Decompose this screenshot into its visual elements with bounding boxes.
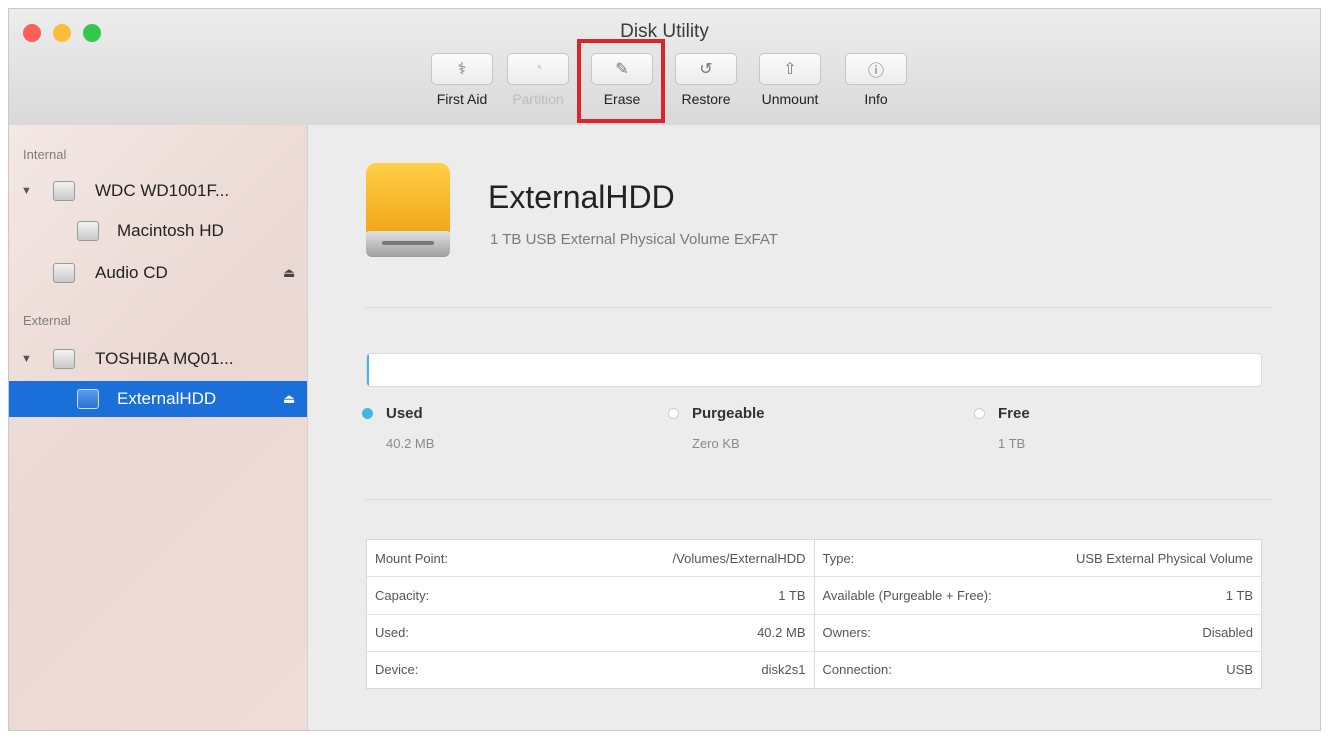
- usage-bar-used-fill: [367, 354, 370, 386]
- hard-drive-icon: [53, 181, 75, 201]
- disk-utility-window: Disk Utility ⚕ First Aid ◔ Partition ✎ E…: [8, 8, 1321, 731]
- info-label: Owners:: [822, 625, 871, 641]
- eject-icon[interactable]: ⏏: [283, 391, 295, 407]
- cd-icon: [53, 263, 75, 283]
- info-value: USB External Physical Volume: [1075, 550, 1253, 566]
- first-aid-button[interactable]: ⚕ First Aid: [429, 53, 495, 107]
- info-row-owners: Owners: Disabled: [814, 615, 1261, 652]
- unmount-label: Unmount: [761, 91, 819, 107]
- sidebar-item-label: Audio CD: [95, 263, 168, 282]
- usage-bar: [366, 353, 1262, 387]
- free-color-dot: [974, 408, 985, 419]
- info-row-mount-point: Mount Point: /Volumes/ExternalHDD: [367, 540, 814, 578]
- partition-pie-icon: ◔: [507, 53, 569, 85]
- info-row-capacity: Capacity: 1 TB: [367, 577, 814, 615]
- info-value: /Volumes/ExternalHDD: [672, 550, 806, 566]
- title-bar: Disk Utility ⚕ First Aid ◔ Partition ✎ E…: [9, 9, 1320, 126]
- info-label: Connection:: [822, 662, 892, 678]
- info-value: USB: [1226, 662, 1253, 678]
- info-label: Used:: [375, 625, 409, 641]
- info-value: 1 TB: [778, 587, 806, 603]
- info-column-right: Type: USB External Physical Volume Avail…: [813, 540, 1262, 688]
- restore-label: Restore: [681, 91, 731, 107]
- legend-purgeable-label: Purgeable: [692, 405, 765, 422]
- info-row-device: Device: disk2s1: [367, 652, 814, 688]
- info-button[interactable]: ⓘ Info: [843, 53, 909, 107]
- unmount-icon: ⇧: [759, 53, 821, 85]
- volume-info-table: Mount Point: /Volumes/ExternalHDD Capaci…: [366, 539, 1262, 689]
- eject-icon[interactable]: ⏏: [283, 265, 295, 281]
- sidebar-item-label: ExternalHDD: [117, 389, 217, 408]
- restore-icon: ↺: [675, 53, 737, 85]
- hard-drive-icon: [53, 349, 75, 369]
- info-label: Available (Purgeable + Free):: [822, 587, 992, 603]
- legend-purgeable: Purgeable Zero KB: [668, 405, 765, 451]
- info-value: Disabled: [1202, 625, 1253, 641]
- legend-used-label: Used: [386, 405, 423, 422]
- info-label: Mount Point:: [375, 550, 448, 566]
- info-label: Device:: [375, 662, 419, 678]
- legend-used-value: 40.2 MB: [386, 436, 435, 451]
- sidebar-section-external: External: [23, 313, 71, 328]
- legend-used: Used 40.2 MB: [362, 405, 434, 451]
- info-row-used: Used: 40.2 MB: [367, 615, 814, 652]
- purgeable-color-dot: [668, 408, 679, 419]
- divider: [366, 499, 1272, 500]
- first-aid-label: First Aid: [436, 91, 488, 107]
- unmount-button[interactable]: ⇧ Unmount: [757, 53, 823, 107]
- stethoscope-icon: ⚕: [431, 53, 493, 85]
- sidebar-section-internal: Internal: [23, 147, 67, 162]
- info-row-available: Available (Purgeable + Free): 1 TB: [814, 577, 1261, 615]
- volume-name: ExternalHDD: [488, 179, 675, 215]
- sidebar-item-toshiba-mq01[interactable]: ▼ TOSHIBA MQ01...: [9, 341, 307, 377]
- used-color-dot: [362, 408, 373, 419]
- volume-icon: [77, 221, 99, 241]
- external-drive-icon: [366, 163, 450, 259]
- erase-highlight-box: [577, 39, 665, 123]
- info-row-connection: Connection: USB: [815, 652, 1262, 688]
- sidebar: Internal ▼ WDC WD1001F... Macintosh HD A…: [9, 125, 308, 730]
- info-value: disk2s1: [761, 662, 806, 678]
- legend-purgeable-value: Zero KB: [692, 436, 740, 451]
- info-label: Capacity:: [375, 587, 430, 603]
- legend-free: Free 1 TB: [974, 405, 1030, 451]
- info-icon: ⓘ: [845, 53, 907, 85]
- info-column-left: Mount Point: /Volumes/ExternalHDD Capaci…: [367, 540, 814, 688]
- sidebar-item-label: TOSHIBA MQ01...: [95, 349, 234, 368]
- restore-button[interactable]: ↺ Restore: [673, 53, 739, 107]
- disclosure-triangle-icon[interactable]: ▼: [21, 185, 32, 197]
- volume-description: 1 TB USB External Physical Volume ExFAT: [490, 231, 778, 248]
- info-label: Info: [864, 91, 888, 107]
- legend-free-value: 1 TB: [998, 436, 1026, 451]
- sidebar-item-label: Macintosh HD: [117, 221, 224, 240]
- main-content: ExternalHDD 1 TB USB External Physical V…: [308, 125, 1320, 730]
- info-label: Type:: [822, 550, 855, 566]
- sidebar-item-label: WDC WD1001F...: [95, 181, 230, 200]
- sidebar-item-wdc-wd1001f[interactable]: ▼ WDC WD1001F...: [9, 173, 307, 209]
- volume-icon: [77, 389, 99, 409]
- info-value: 40.2 MB: [757, 625, 806, 641]
- partition-button[interactable]: ◔ Partition: [505, 53, 571, 107]
- partition-label: Partition: [512, 91, 564, 107]
- sidebar-item-externalhdd[interactable]: ExternalHDD ⏏: [9, 381, 307, 417]
- sidebar-item-audio-cd[interactable]: Audio CD ⏏: [9, 255, 307, 291]
- divider: [366, 307, 1272, 308]
- info-row-type: Type: USB External Physical Volume: [814, 540, 1261, 578]
- disclosure-triangle-icon[interactable]: ▼: [21, 353, 32, 365]
- info-value: 1 TB: [1225, 587, 1253, 603]
- legend-free-label: Free: [998, 405, 1030, 422]
- sidebar-item-macintosh-hd[interactable]: Macintosh HD: [9, 213, 307, 249]
